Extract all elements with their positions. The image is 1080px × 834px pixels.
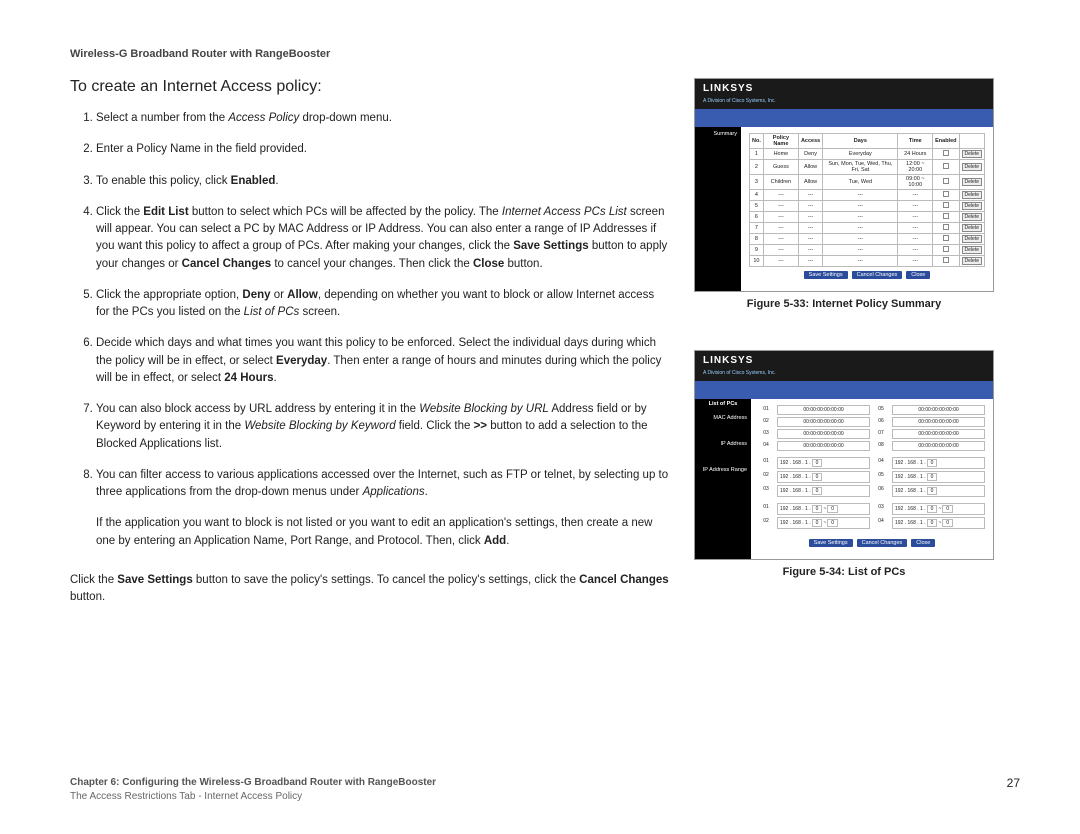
fig-button[interactable]: Save Settings — [804, 271, 848, 279]
delete-button[interactable]: Delete — [962, 178, 982, 186]
fig33-table: No.Policy NameAccessDaysTimeEnabled 1Hom… — [749, 133, 985, 267]
delete-button[interactable]: Delete — [962, 191, 982, 199]
fig34-ip-label: IP Address — [699, 441, 747, 447]
fig34-caption: Figure 5-34: List of PCs — [694, 566, 994, 578]
fig-button[interactable]: Close — [911, 539, 935, 547]
delete-button[interactable]: Delete — [962, 246, 982, 254]
brand-logo: LINKSYS — [703, 83, 753, 94]
step-3: To enable this policy, click Enabled. — [96, 173, 670, 190]
step-5: Click the appropriate option, Deny or Al… — [96, 287, 670, 322]
main-content: To create an Internet Access policy: Sel… — [70, 78, 670, 620]
figures-column: LINKSYS A Division of Cisco Systems, Inc… — [694, 78, 994, 620]
delete-button[interactable]: Delete — [962, 150, 982, 158]
fig33-sidebar: Summary — [695, 127, 741, 291]
para-save: Click the Save Settings button to save t… — [70, 572, 670, 607]
steps-list: Select a number from the Access Policy d… — [70, 110, 670, 501]
fig34-title: List of PCs — [695, 399, 751, 409]
delete-button[interactable]: Delete — [962, 202, 982, 210]
fig34-range-label: IP Address Range — [699, 467, 747, 473]
step-1: Select a number from the Access Policy d… — [96, 110, 670, 127]
fig-button[interactable]: Cancel Changes — [852, 271, 903, 279]
fig-button[interactable]: Cancel Changes — [857, 539, 908, 547]
brand-logo: LINKSYS — [703, 355, 753, 366]
section-heading: To create an Internet Access policy: — [70, 78, 670, 96]
fig34-screenshot: LINKSYS A Division of Cisco Systems, Inc… — [694, 350, 994, 560]
page-number: 27 — [1007, 776, 1020, 804]
fig33-screenshot: LINKSYS A Division of Cisco Systems, Inc… — [694, 78, 994, 292]
figure-34: LINKSYS A Division of Cisco Systems, Inc… — [694, 350, 994, 578]
step-2: Enter a Policy Name in the field provide… — [96, 141, 670, 158]
fig-button[interactable]: Close — [906, 271, 930, 279]
fig-button[interactable]: Save Settings — [809, 539, 853, 547]
delete-button[interactable]: Delete — [962, 163, 982, 171]
delete-button[interactable]: Delete — [962, 257, 982, 265]
figure-33: LINKSYS A Division of Cisco Systems, Inc… — [694, 78, 994, 310]
para-app-add: If the application you want to block is … — [96, 515, 670, 550]
step-7: You can also block access by URL address… — [96, 401, 670, 453]
step-6: Decide which days and what times you wan… — [96, 335, 670, 387]
step-8: You can filter access to various applica… — [96, 467, 670, 502]
fig34-mac-label: MAC Address — [699, 415, 747, 421]
doc-header: Wireless-G Broadband Router with RangeBo… — [70, 48, 1020, 60]
step-4: Click the Edit List button to select whi… — [96, 204, 670, 273]
delete-button[interactable]: Delete — [962, 224, 982, 232]
page-footer: Chapter 6: Configuring the Wireless-G Br… — [70, 776, 1020, 804]
delete-button[interactable]: Delete — [962, 235, 982, 243]
delete-button[interactable]: Delete — [962, 213, 982, 221]
fig33-caption: Figure 5-33: Internet Policy Summary — [694, 298, 994, 310]
